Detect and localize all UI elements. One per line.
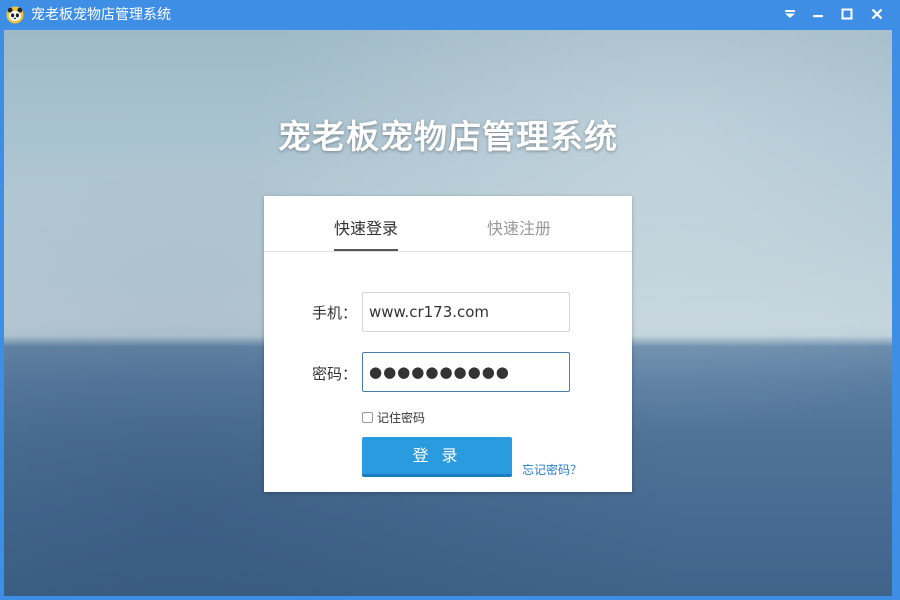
window-title: 宠老板宠物店管理系统: [31, 7, 171, 23]
remember-password-label: 记住密码: [377, 411, 426, 425]
close-button[interactable]: [862, 0, 892, 28]
login-background: 宠老板宠物店管理系统 快速登录 快速注册 手机： 密码： 记住密码 登 录 忘记…: [4, 30, 892, 596]
tab-quick-login[interactable]: 快速登录: [334, 218, 398, 240]
remember-password-checkbox[interactable]: [362, 412, 373, 423]
maximize-icon: [841, 8, 853, 20]
app-hero-title: 宠老板宠物店管理系统: [278, 117, 618, 156]
chevron-down-icon: [785, 10, 795, 18]
tab-quick-register[interactable]: 快速注册: [487, 218, 551, 240]
app-window: 宠老板宠物店管理系统 宠老板宠物店管理系统 快速登录 快速注册 手机： www.…: [0, 0, 900, 600]
remember-password-option[interactable]: 记住密码: [362, 409, 425, 426]
login-panel: 快速登录 快速注册 手机： 密码： 记住密码 登 录 忘记密码？: [264, 196, 632, 492]
phone-input[interactable]: [362, 292, 570, 332]
password-input[interactable]: [362, 352, 570, 392]
title-bar[interactable]: 宠老板宠物店管理系统: [0, 0, 900, 30]
login-button[interactable]: 登 录: [362, 437, 512, 477]
phone-label: 手机：: [312, 304, 358, 322]
menu-button[interactable]: [775, 0, 805, 28]
close-icon: [871, 8, 883, 20]
forgot-password-link[interactable]: 忘记密码？: [522, 461, 582, 478]
minimize-button[interactable]: [803, 0, 833, 28]
password-label: 密码：: [312, 365, 358, 383]
panda-app-icon: [6, 6, 24, 24]
active-tab-indicator: [334, 249, 398, 251]
login-tabs: 快速登录 快速注册: [264, 196, 632, 252]
maximize-button[interactable]: [832, 0, 862, 28]
minimize-icon: [813, 15, 823, 18]
